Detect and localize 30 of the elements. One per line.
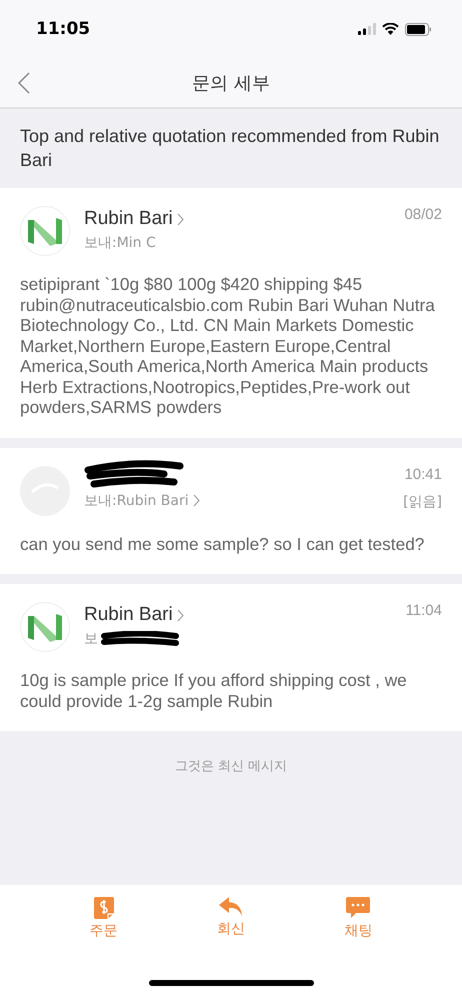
message-body: setipiprant `10g $80 100g $420 shipping $45 rubin@nutraceuticalsbio.com Rubin Bari Wuhan Nutra Biotechnology Co., Ltd. CN Main Markets Domestic Market,Northern Europe,Eastern Europe,Central America,South America,North America Main products Herb Extractions,Nootropics,Peptides,Pre-work out powders,SARMS powders: [20, 274, 436, 418]
message-time: 11:04: [406, 602, 442, 619]
toolbar-button[interactable]: 채팅: [338, 897, 378, 940]
chevron-icon: [176, 608, 184, 622]
signal-icon: [358, 23, 376, 35]
status-time: 11:05: [36, 19, 90, 39]
message-time: 08/02: [404, 206, 442, 223]
recipient-label: 보내:Min C: [84, 234, 156, 252]
message-body: can you send me some sample? so I can get tested?: [20, 534, 426, 554]
toolbar-button[interactable]: 회신: [210, 897, 251, 940]
latest-message-note: 그것은 최신 메시지: [174, 758, 288, 773]
sender-name[interactable]: Rubin Bari: [84, 208, 173, 230]
chevron-icon: [176, 212, 184, 226]
read-receipt: [읽음]: [403, 492, 442, 510]
dollar-note-icon: [94, 897, 114, 919]
message-body: 10g is sample price If you afford shipping cost , we could provide 1-2g sample Rubin: [20, 670, 408, 711]
chevron-icon: [192, 494, 200, 507]
wifi-icon: [382, 23, 399, 35]
message-time: 10:41: [404, 466, 442, 482]
toolbar-button[interactable]: 주문: [84, 897, 124, 940]
recipient-label: 보: [84, 630, 98, 648]
battery-icon: [405, 22, 432, 36]
sender-name[interactable]: Rubin Bari: [84, 604, 173, 626]
logo-avatar: [20, 206, 70, 256]
reply-arrow-icon: [218, 897, 243, 917]
logo-avatar: [20, 602, 70, 652]
chat-bubble-icon: [346, 897, 370, 919]
inquiry-subject: Top and relative quotation recommended from Rubin Bari: [19, 125, 440, 172]
recipient-label: 보내:Rubin Bari: [84, 492, 189, 510]
page-title: 문의 세부: [192, 72, 270, 94]
